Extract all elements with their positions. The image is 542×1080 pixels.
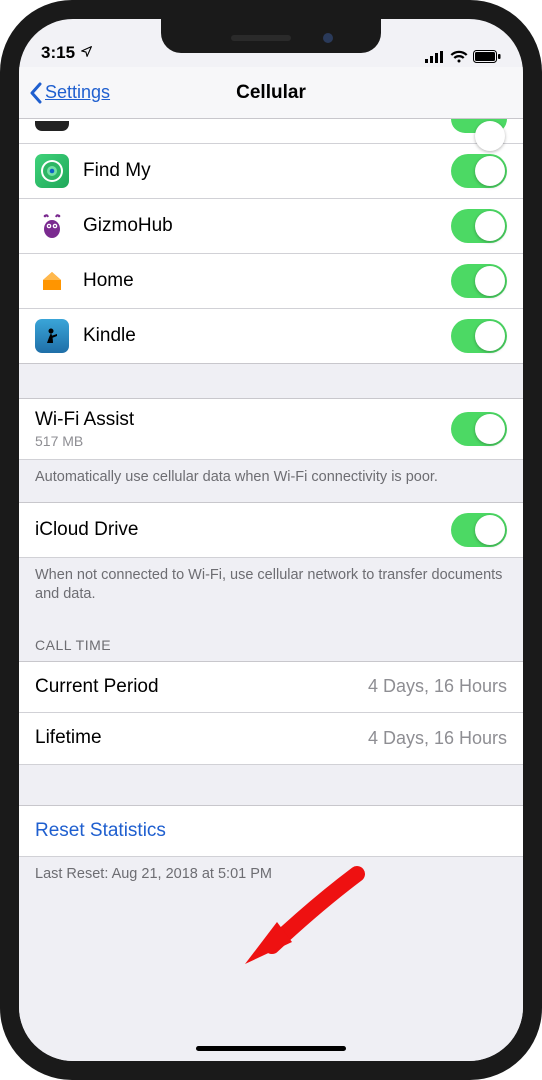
reset-statistics-button[interactable]: Reset Statistics [19,805,523,857]
app-row-find-my[interactable]: Find My [19,144,523,199]
location-icon [80,43,93,63]
kindle-icon [35,319,69,353]
battery-icon [473,50,501,63]
gizmohub-icon [35,209,69,243]
icloud-drive-toggle[interactable] [451,513,507,547]
call-time-header: CALL TIME [19,619,523,661]
app-label: GizmoHub [83,215,451,237]
app-icon [35,121,69,131]
phone-frame: 3:15 Settings [0,0,542,1080]
app-row-kindle[interactable]: Kindle [19,309,523,364]
lifetime-row: Lifetime 4 Days, 16 Hours [19,713,523,765]
wifi-assist-footer: Automatically use cellular data when Wi-… [19,460,523,502]
toggle[interactable] [451,119,507,133]
home-icon [35,264,69,298]
app-label: Find My [83,160,451,182]
icloud-drive-row[interactable]: iCloud Drive [19,502,523,558]
last-reset-footer: Last Reset: Aug 21, 2018 at 5:01 PM [19,857,523,899]
lifetime-label: Lifetime [35,727,368,749]
page-title: Cellular [236,82,306,104]
wifi-icon [450,50,468,63]
home-toggle[interactable] [451,264,507,298]
screen: 3:15 Settings [19,19,523,1061]
settings-content[interactable]: Find My GizmoHub Home [19,119,523,1061]
wifi-assist-label: Wi-Fi Assist [35,409,451,431]
app-row-partial[interactable] [19,119,523,144]
back-button[interactable]: Settings [29,67,110,118]
gizmohub-toggle[interactable] [451,209,507,243]
app-row-home[interactable]: Home [19,254,523,309]
icloud-drive-label: iCloud Drive [35,519,451,541]
find-my-icon [35,154,69,188]
wifi-assist-sub: 517 MB [35,433,451,449]
current-period-row: Current Period 4 Days, 16 Hours [19,661,523,713]
cellular-signal-icon [425,51,445,63]
app-row-gizmohub[interactable]: GizmoHub [19,199,523,254]
find-my-toggle[interactable] [451,154,507,188]
kindle-toggle[interactable] [451,319,507,353]
chevron-left-icon [29,82,43,104]
wifi-assist-row[interactable]: Wi-Fi Assist 517 MB [19,398,523,460]
home-indicator[interactable] [196,1046,346,1051]
current-period-value: 4 Days, 16 Hours [368,676,507,697]
lifetime-value: 4 Days, 16 Hours [368,728,507,749]
reset-statistics-label: Reset Statistics [35,820,166,842]
back-label: Settings [45,82,110,103]
current-period-label: Current Period [35,676,368,698]
icloud-drive-footer: When not connected to Wi-Fi, use cellula… [19,558,523,619]
app-label: Kindle [83,325,451,347]
navigation-bar: Settings Cellular [19,67,523,119]
status-time: 3:15 [41,43,75,63]
notch [161,19,381,53]
app-label: Home [83,270,451,292]
wifi-assist-toggle[interactable] [451,412,507,446]
